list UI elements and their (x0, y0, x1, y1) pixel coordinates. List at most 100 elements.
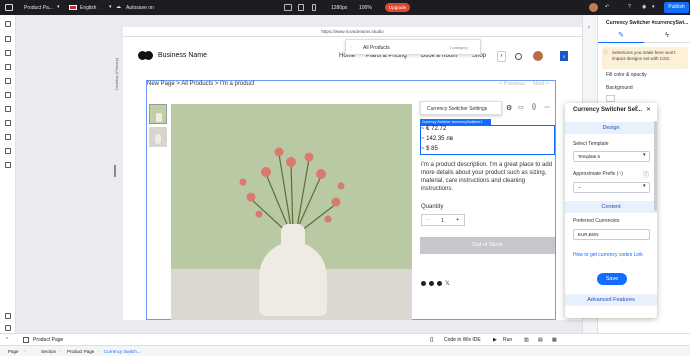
prefix-info-icon[interactable]: ⓘ (643, 170, 649, 179)
upgrade-button[interactable]: Upgrade (385, 3, 410, 12)
mobile-icon[interactable] (312, 4, 316, 11)
cart-icon[interactable]: 0 (560, 51, 568, 61)
crumb-currency-switcher[interactable]: Currency Switch... (104, 349, 141, 354)
preferred-currencies-label: Preferred Currencies (573, 218, 620, 224)
code-braces-icon[interactable] (5, 162, 11, 168)
design-section-header[interactable]: Design (565, 122, 657, 134)
prefix-chevron-icon[interactable]: ▾ (643, 183, 646, 189)
decrement-button[interactable]: − (427, 217, 430, 223)
site-design-icon[interactable] (5, 64, 11, 70)
zoom-level[interactable]: 100% (359, 5, 372, 11)
marketing-icon[interactable] (5, 148, 11, 154)
page-icon (23, 337, 29, 343)
x-twitter-icon[interactable]: 𝕏 (445, 280, 450, 287)
crumb-page[interactable]: Page (8, 349, 19, 354)
desktop-breakpoint-label: Desktop (Primary) (114, 57, 119, 90)
facebook-icon[interactable] (429, 281, 434, 286)
member-avatar[interactable] (533, 51, 543, 61)
add-elements-icon[interactable] (5, 21, 11, 27)
widget-more-icon[interactable]: ⋯ (544, 104, 550, 111)
settings-close-icon[interactable]: ✕ (646, 106, 651, 113)
widget-code-icon[interactable]: {} (532, 104, 536, 110)
settings-help-icon[interactable]: ? (635, 106, 638, 112)
select-template-dropdown[interactable]: Template 5 (573, 151, 650, 162)
preferred-currencies-input[interactable]: EUR,BGN (573, 229, 650, 240)
run-play-icon[interactable]: ▶ (493, 337, 497, 343)
cloud-check-icon: ☁ (116, 4, 121, 10)
notice-info-icon: ⓘ (603, 50, 609, 56)
crumb-section[interactable]: Section (41, 349, 56, 354)
interactions-tab-bolt-icon[interactable]: ϟ (644, 29, 690, 43)
avatar[interactable] (589, 3, 598, 12)
widget-animation-icon[interactable]: ⚙ (506, 104, 512, 112)
wix-logo-icon[interactable] (5, 4, 13, 11)
widget-comment-icon[interactable]: ▭ (518, 104, 524, 111)
panel-toggle-icon[interactable]: ▦ (552, 337, 557, 343)
all-products-dropdown[interactable]: ⋮ All Products 1 category (345, 39, 481, 55)
product-thumbnail-1[interactable] (149, 104, 167, 124)
flag-icon (69, 5, 77, 10)
drag-handle[interactable] (114, 165, 116, 177)
media-icon[interactable] (5, 92, 11, 98)
next-product-link[interactable]: Next > (533, 81, 549, 87)
quantity-stepper[interactable]: − 1 + (421, 214, 465, 226)
product-main-image[interactable] (171, 104, 412, 320)
collapse-chevron-icon[interactable]: › (588, 25, 590, 31)
product-description: I'm a product description. I'm a great p… (421, 162, 553, 192)
help-rail-icon[interactable] (5, 313, 11, 319)
price-eur: ~ € 72.72 (421, 126, 447, 132)
run-button[interactable]: Run (503, 337, 512, 343)
approx-prefix-dropdown[interactable]: ~ (573, 182, 650, 193)
pinterest-icon[interactable] (437, 281, 442, 286)
background-color-swatch[interactable] (606, 95, 615, 102)
design-tab-brush-icon[interactable]: ✎ (598, 29, 644, 43)
desktop-icon[interactable] (284, 4, 292, 11)
business-tools-icon[interactable] (5, 134, 11, 140)
console-toggle-icon[interactable]: ▤ (538, 337, 543, 343)
page-selector[interactable]: Product Pa... (24, 5, 53, 11)
preview-eye-icon[interactable]: ◉ (642, 4, 646, 10)
category-count: 1 category (449, 45, 468, 50)
increment-button[interactable]: + (456, 217, 459, 223)
help-icon[interactable]: ? (628, 4, 631, 10)
undo-icon[interactable]: ↶ (605, 4, 609, 10)
template-chevron-icon[interactable]: ▾ (643, 152, 646, 158)
apps-icon[interactable] (5, 78, 11, 84)
tablet-icon[interactable] (298, 4, 304, 11)
currency-switcher-settings-button[interactable]: Currency Switcher Settings (427, 106, 487, 112)
settings-rail-icon[interactable] (5, 325, 11, 331)
currency-codes-link[interactable]: How to get currency codes Link (573, 252, 643, 258)
cms-icon[interactable] (5, 106, 11, 112)
expand-chevron-icon[interactable]: ⌃ (5, 337, 9, 343)
breakpoint-width[interactable]: 1280px (331, 5, 347, 11)
prev-product-link[interactable]: < Previous (499, 81, 525, 87)
layers-icon[interactable] (5, 120, 11, 126)
quantity-label: Quantity (421, 204, 444, 210)
preview-chevron-icon[interactable]: ▾ (652, 4, 655, 10)
language-selector[interactable]: English (80, 5, 96, 11)
settings-scrollbar[interactable] (654, 121, 657, 211)
current-page-name[interactable]: Product Page (33, 337, 63, 343)
element-breadcrumb-bar: Page › Section › Product Page › Currency… (0, 345, 690, 356)
site-page: Business Name Home Plans & Pricing Book … (123, 37, 582, 320)
save-button[interactable]: Save (597, 273, 627, 285)
advanced-features-header[interactable]: Advanced Features (565, 294, 657, 306)
widget-settings-toolbar[interactable]: Currency Switcher Settings (420, 101, 502, 115)
page-selector-chevron-icon[interactable]: ▾ (57, 4, 60, 10)
product-breadcrumb[interactable]: New Page > All Products > I'm a product (147, 81, 255, 87)
code-in-ide-button[interactable]: Code in Wix IDE (444, 337, 481, 343)
publish-button[interactable]: Publish (664, 2, 689, 13)
product-thumbnail-2[interactable] (149, 127, 167, 147)
price-usd: ~ $ 85 (421, 146, 438, 152)
bottom-toolbar: ⌃ Product Page {} Code in Wix IDE ▶ Run … (0, 333, 690, 345)
crumb-product-page[interactable]: Product Page (67, 349, 94, 354)
account-icon[interactable] (515, 53, 522, 60)
language-chevron-icon[interactable]: ▾ (109, 4, 112, 10)
content-section-header[interactable]: Content (565, 201, 657, 213)
nav-more-arrow-icon[interactable]: › (497, 51, 506, 62)
sidebar-toggle-icon[interactable]: ▥ (524, 337, 529, 343)
whatsapp-icon[interactable] (421, 281, 426, 286)
pages-icon[interactable] (5, 50, 11, 56)
add-section-icon[interactable] (5, 36, 11, 42)
out-of-stock-button[interactable]: Out of Stock (420, 237, 555, 254)
